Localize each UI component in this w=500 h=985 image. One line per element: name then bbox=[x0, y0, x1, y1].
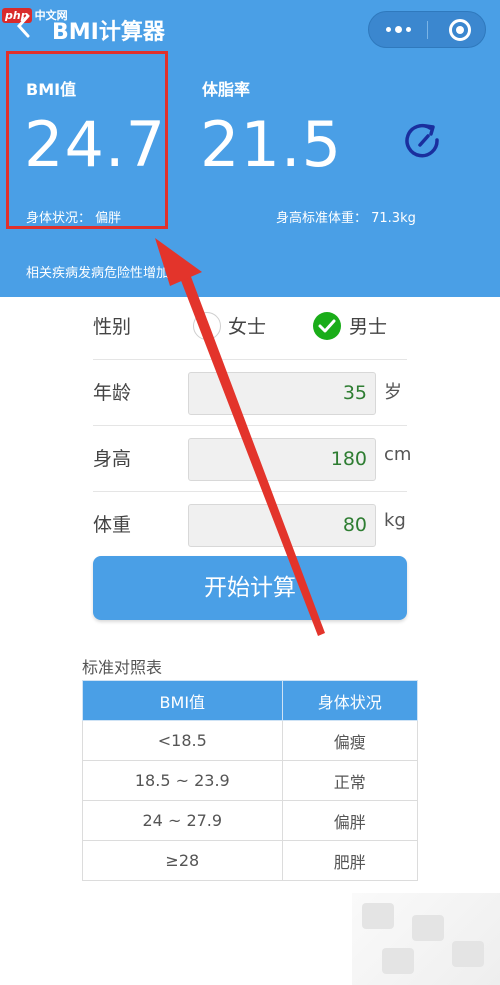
reference-table-title: 标准对照表 bbox=[82, 658, 163, 677]
age-row: 年龄 35 岁 bbox=[93, 360, 407, 426]
male-label[interactable]: 男士 bbox=[349, 312, 387, 339]
table-row: 24 ~ 27.9 偏胖 bbox=[82, 800, 419, 841]
body-fat-label: 体脂率 bbox=[202, 80, 251, 99]
header-status: 身体状况 bbox=[281, 680, 419, 721]
table-cell: 正常 bbox=[281, 760, 419, 801]
target-close-icon[interactable] bbox=[449, 19, 471, 41]
height-unit: cm bbox=[384, 444, 412, 465]
blurred-watermark bbox=[352, 893, 500, 985]
refresh-icon[interactable] bbox=[400, 118, 444, 162]
calculate-button[interactable]: 开始计算 bbox=[93, 556, 407, 620]
standard-weight: 身高标准体重： 71.3kg bbox=[276, 211, 416, 226]
table-cell: 偏胖 bbox=[281, 800, 419, 841]
table-row: <18.5 偏瘦 bbox=[82, 720, 419, 761]
table-header-row: BMI值 身体状况 bbox=[82, 680, 419, 721]
table-row: ≥28 肥胖 bbox=[82, 840, 419, 881]
back-button[interactable] bbox=[14, 12, 42, 44]
weight-row: 体重 80 kg bbox=[93, 492, 407, 558]
table-cell: 24 ~ 27.9 bbox=[82, 800, 283, 841]
header-bmi: BMI值 bbox=[82, 680, 283, 721]
risk-note: 相关疾病发病危险性增加 bbox=[26, 266, 170, 281]
table-cell: <18.5 bbox=[82, 720, 283, 761]
height-row: 身高 180 cm bbox=[93, 426, 411, 492]
table-cell: 18.5 ~ 23.9 bbox=[82, 760, 283, 801]
table-cell: 偏瘦 bbox=[281, 720, 419, 761]
weight-label: 体重 bbox=[93, 514, 132, 536]
check-icon bbox=[318, 319, 336, 333]
age-label: 年龄 bbox=[93, 382, 132, 404]
more-dots-icon[interactable] bbox=[369, 12, 427, 47]
height-input[interactable]: 180 bbox=[188, 438, 376, 481]
female-label[interactable]: 女士 bbox=[228, 312, 266, 339]
table-row: 18.5 ~ 23.9 正常 bbox=[82, 760, 419, 801]
chevron-left-icon bbox=[16, 14, 30, 38]
weight-unit: kg bbox=[384, 510, 406, 531]
gender-row: 性别 女士 男士 bbox=[93, 294, 407, 360]
male-radio[interactable] bbox=[313, 312, 341, 340]
highlight-box bbox=[6, 51, 168, 229]
height-label: 身高 bbox=[93, 448, 132, 470]
table-cell: ≥28 bbox=[82, 840, 283, 881]
body-fat-value: 21.5 bbox=[200, 108, 343, 181]
mini-program-capsule bbox=[368, 11, 486, 48]
app-title: BMI计算器 bbox=[52, 20, 165, 45]
table-cell: 肥胖 bbox=[281, 840, 419, 881]
age-unit: 岁 bbox=[384, 382, 402, 403]
weight-input[interactable]: 80 bbox=[188, 504, 376, 547]
female-radio[interactable] bbox=[193, 312, 221, 340]
age-input[interactable]: 35 bbox=[188, 372, 376, 415]
capsule-divider bbox=[427, 21, 428, 39]
gender-label: 性别 bbox=[93, 316, 132, 338]
reference-table: BMI值 身体状况 <18.5 偏瘦 18.5 ~ 23.9 正常 24 ~ 2… bbox=[82, 680, 419, 881]
